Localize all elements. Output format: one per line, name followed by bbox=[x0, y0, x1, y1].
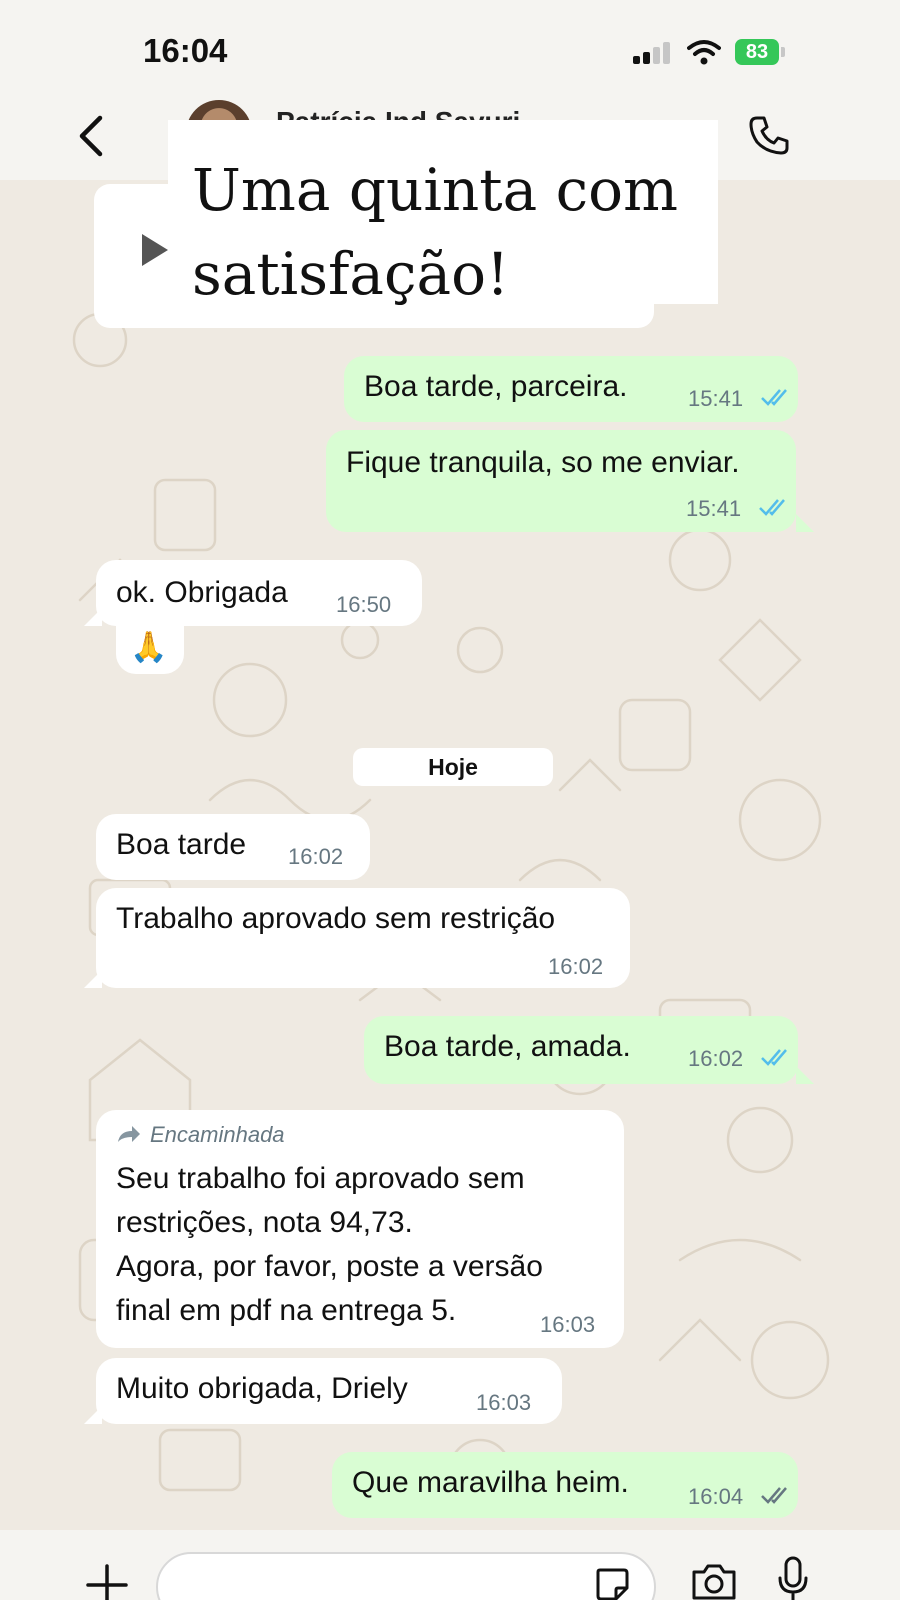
chevron-left-icon[interactable] bbox=[76, 114, 106, 158]
play-icon[interactable] bbox=[140, 232, 170, 268]
emoji-bubble[interactable]: 🙏 bbox=[116, 622, 184, 674]
read-ticks-icon bbox=[761, 1049, 787, 1066]
phone-icon[interactable] bbox=[748, 114, 790, 156]
message-bubble-incoming[interactable]: ok. Obrigada 16:50 bbox=[96, 560, 422, 626]
message-text: ok. Obrigada bbox=[116, 576, 288, 609]
read-ticks-icon bbox=[761, 389, 787, 406]
message-emoji: 🙏 bbox=[130, 631, 168, 664]
date-separator: Hoje bbox=[353, 748, 553, 786]
battery-indicator: 83 bbox=[735, 39, 779, 65]
message-line: Seu trabalho foi aprovado sem bbox=[116, 1162, 525, 1195]
cellular-signal-icon bbox=[633, 42, 675, 64]
wifi-icon bbox=[687, 40, 721, 65]
message-bubble-incoming[interactable]: Boa tarde 16:02 bbox=[96, 814, 370, 880]
message-bubble-incoming[interactable]: Trabalho aprovado sem restrição 16:02 bbox=[96, 888, 630, 988]
overlay-title-box: Uma quinta com satisfação! bbox=[168, 120, 718, 308]
message-time: 16:03 bbox=[540, 1312, 596, 1337]
status-time: 16:04 bbox=[143, 32, 228, 69]
message-text: Boa tarde bbox=[116, 828, 247, 861]
message-text: Boa tarde, parceira. bbox=[364, 370, 628, 403]
sticker-icon[interactable] bbox=[594, 1566, 630, 1600]
camera-icon[interactable] bbox=[690, 1562, 738, 1600]
message-time: 16:03 bbox=[476, 1390, 532, 1415]
message-time: 16:02 bbox=[548, 954, 604, 979]
message-time: 16:02 bbox=[288, 844, 344, 869]
plus-icon[interactable] bbox=[86, 1564, 128, 1600]
message-time: 16:50 bbox=[336, 592, 392, 617]
message-bubble-outgoing[interactable]: Boa tarde, amada. 16:02 bbox=[364, 1016, 798, 1084]
forwarded-label: Encaminhada bbox=[150, 1122, 285, 1147]
message-line: Agora, por favor, poste a versão bbox=[116, 1250, 543, 1283]
message-time: 15:41 bbox=[688, 386, 744, 411]
overlay-title: Uma quinta com satisfação! bbox=[192, 156, 679, 308]
message-input[interactable] bbox=[156, 1552, 656, 1600]
input-bar bbox=[0, 1530, 900, 1600]
message-line: restrições, nota 94,73. bbox=[116, 1206, 413, 1239]
forward-arrow-icon bbox=[118, 1126, 140, 1142]
message-text: Muito obrigada, Driely bbox=[116, 1372, 408, 1405]
message-bubble-incoming-forwarded[interactable]: Encaminhada Seu trabalho foi aprovado se… bbox=[96, 1110, 624, 1348]
message-bubble-outgoing[interactable]: Que maravilha heim. 16:04 bbox=[332, 1452, 798, 1518]
message-line: final em pdf na entrega 5. bbox=[116, 1294, 457, 1327]
delivered-ticks-icon bbox=[761, 1487, 787, 1504]
message-text: Boa tarde, amada. bbox=[384, 1030, 631, 1063]
mic-icon[interactable] bbox=[776, 1556, 810, 1600]
message-text: Fique tranquila, so me enviar. bbox=[346, 446, 740, 479]
battery-level: 83 bbox=[745, 41, 769, 63]
message-time: 16:04 bbox=[688, 1484, 744, 1509]
message-time: 16:02 bbox=[688, 1046, 744, 1071]
message-text: Trabalho aprovado sem restrição bbox=[116, 902, 556, 935]
status-bar: 16:04 83 bbox=[0, 0, 900, 100]
message-time: 15:41 bbox=[686, 496, 742, 521]
message-bubble-incoming[interactable]: Muito obrigada, Driely 16:03 bbox=[96, 1358, 562, 1424]
message-text: Que maravilha heim. bbox=[352, 1466, 629, 1499]
message-bubble-outgoing[interactable]: Boa tarde, parceira. 15:41 bbox=[344, 356, 798, 422]
battery-tip bbox=[781, 47, 785, 57]
read-ticks-icon bbox=[759, 499, 785, 516]
message-bubble-outgoing[interactable]: Fique tranquila, so me enviar. 15:41 bbox=[326, 430, 796, 532]
